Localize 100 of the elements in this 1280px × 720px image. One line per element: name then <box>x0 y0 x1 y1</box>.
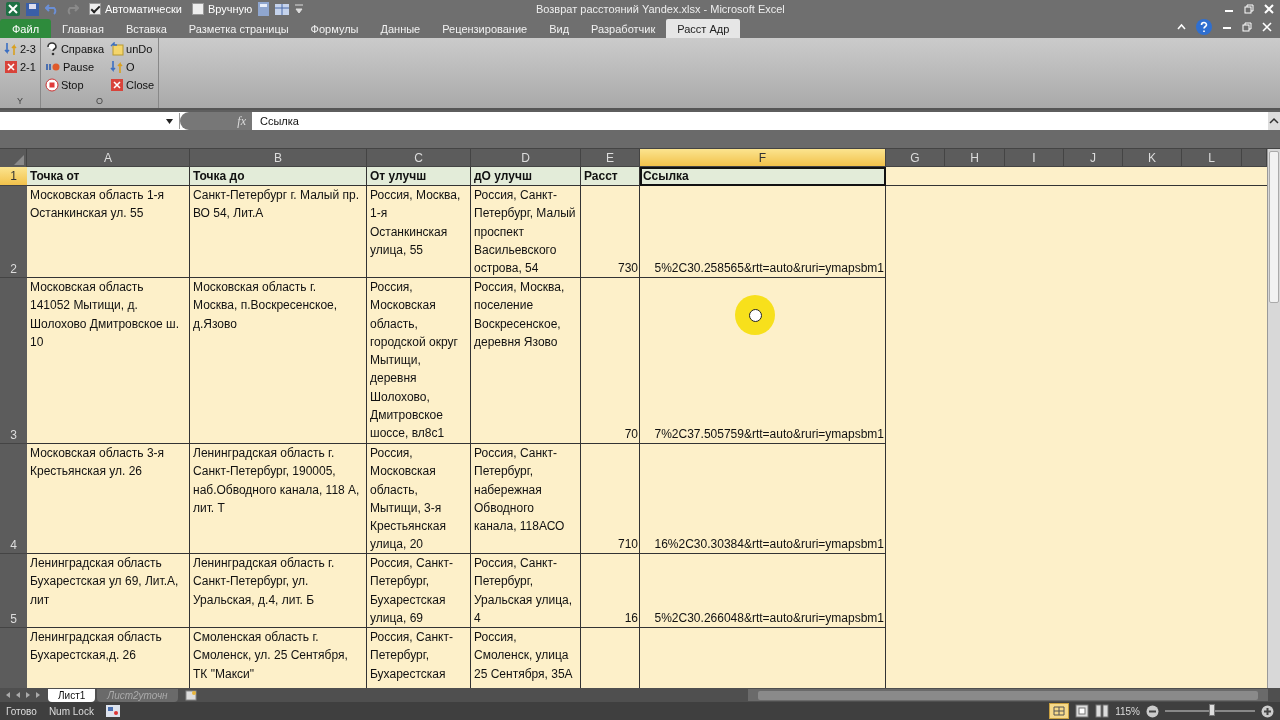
close-icon[interactable] <box>1264 4 1274 14</box>
table-cell: Точка до <box>190 167 367 186</box>
table-icon[interactable] <box>275 3 290 15</box>
window-title: Возврат расстояний Yandex.xlsx - Microsoft Excel <box>536 3 785 15</box>
column-header[interactable]: L <box>1182 149 1242 167</box>
column-header[interactable]: D <box>471 149 581 167</box>
save-icon[interactable] <box>26 2 39 16</box>
ribbon-tab[interactable]: Данные <box>369 19 432 38</box>
row-header[interactable]: 2 <box>0 186 27 278</box>
vertical-scrollbar[interactable] <box>1267 149 1280 688</box>
insert-function-button[interactable]: fx <box>180 112 252 130</box>
pause-icon <box>44 61 61 73</box>
column-header[interactable]: F <box>640 149 886 167</box>
table-cell: Россия, Санкт-Петербург, Бухарестская улица, 69 <box>367 554 471 628</box>
table-cell: Точка от <box>27 167 190 186</box>
table-cell: Ленинградская область г. Санкт-Петербург, ул. Уральская, д.4, лит. Б <box>190 554 367 628</box>
calc-mode-checkbox[interactable]: Вручную <box>191 3 253 15</box>
ribbon-button[interactable]: Pause <box>43 58 106 76</box>
table-cell: 70 <box>581 278 640 444</box>
table-cell: 5%2C30.266048&rtt=auto&ruri=ymapsbm1 <box>640 554 886 628</box>
table-cell: Россия, Москва, поселение Воскресенское, деревня Язово <box>471 278 581 444</box>
table-cell: Ленинградская область Бухарестская ул 69, Лит.А, лит <box>27 554 190 628</box>
table-cell: Россия, Санкт-Петербург, Малый проспект Васильевского острова, 54 <box>471 186 581 278</box>
table-cell: 730 <box>581 186 640 278</box>
calculator-icon[interactable] <box>258 2 270 16</box>
table-cell: дО улучш <box>471 167 581 186</box>
page-layout-icon[interactable] <box>1075 704 1090 718</box>
ribbon-tab[interactable]: Формулы <box>299 19 370 38</box>
ribbon-button[interactable]: Close <box>109 76 156 94</box>
horizontal-scrollbar[interactable] <box>748 689 1268 701</box>
scroll-up-button[interactable] <box>1268 112 1280 130</box>
formula-field[interactable]: Ссылка <box>252 115 1268 127</box>
column-header-strip <box>1242 149 1267 167</box>
help-icon[interactable] <box>1196 19 1212 35</box>
table-cell: Расст <box>581 167 640 186</box>
row-header[interactable]: 1 <box>0 167 27 186</box>
ribbon-tab[interactable]: Вид <box>538 19 581 38</box>
ribbon-tab[interactable]: Расст Адр <box>666 19 741 38</box>
table-cell: Россия, Московская область, Мытищи, 3-я Крестьянская улица, 20 <box>367 444 471 554</box>
new-sheet-icon[interactable] <box>183 689 198 701</box>
column-header[interactable]: C <box>367 149 471 167</box>
zoom-level[interactable]: 115% <box>1115 705 1140 717</box>
zoom-in-icon[interactable] <box>1261 704 1274 718</box>
status-text: Готово <box>6 705 37 717</box>
calc-mode-checkbox[interactable]: Автоматически <box>89 3 182 15</box>
ribbon-tab[interactable]: Вставка <box>114 19 178 38</box>
column-header[interactable]: K <box>1123 149 1182 167</box>
zoom-slider[interactable] <box>1208 704 1215 716</box>
column-header[interactable]: B <box>190 149 367 167</box>
ribbon-button[interactable]: O <box>109 58 156 76</box>
dropdown-icon <box>166 118 173 124</box>
close-icon <box>110 78 125 92</box>
sheet-tab[interactable]: Лист1 <box>48 688 96 702</box>
table-cell: От улучш <box>367 167 471 186</box>
customize-dropdown-icon[interactable] <box>295 4 304 14</box>
macro-record-icon[interactable] <box>105 705 120 717</box>
column-header[interactable]: J <box>1064 149 1123 167</box>
restore-icon[interactable] <box>1244 4 1254 14</box>
swap-arrows-icon <box>4 42 18 56</box>
table-cell: 710 <box>581 444 640 554</box>
table-cell: Московская область 3-я Крестьянская ул. 26 <box>27 444 190 554</box>
ribbon-button[interactable]: 2-1 <box>3 58 37 76</box>
column-header[interactable]: I <box>1005 149 1064 167</box>
table-cell: Московская область 141052 Мытищи, д. Шолохово Дмитровское ш. 10 <box>27 278 190 444</box>
table-cell: Московская область г. Москва, п.Воскресенское, д.Язово <box>190 278 367 444</box>
table-cell: Московская область 1-я Останкинская ул. 55 <box>27 186 190 278</box>
table-cell: Санкт-Петербург г. Малый пр. ВО 54, Лит.А <box>190 186 367 278</box>
row-header[interactable]: 4 <box>0 444 27 554</box>
table-cell: Россия, Москва, 1-я Останкинская улица, 55 <box>367 186 471 278</box>
row-header[interactable]: 5 <box>0 554 27 628</box>
close-icon[interactable] <box>1262 22 1272 32</box>
ribbon-button[interactable]: Stop <box>43 76 106 94</box>
excel-logo-icon[interactable] <box>6 2 20 16</box>
column-header[interactable]: A <box>27 149 190 167</box>
table-cell: Россия, Московская область, городской округ Мытищи, деревня Шолохово, Дмитровское шоссе, вл8с1 <box>367 278 471 444</box>
file-tab[interactable]: Файл <box>0 19 52 38</box>
table-cell: Ленинградская область г. Санкт-Петербург, 190005, наб.Обводного канала, 118 А, лит. Т <box>190 444 367 554</box>
collapse-ribbon-icon[interactable] <box>1177 23 1186 31</box>
table-cell: Россия, Санкт-Петербург, набережная Обводного канала, 118АСО <box>471 444 581 554</box>
scroll-up-icon <box>1269 116 1279 126</box>
restore-icon[interactable] <box>1242 22 1252 32</box>
zoom-out-icon[interactable] <box>1146 704 1159 718</box>
column-header[interactable]: E <box>581 149 640 167</box>
ribbon-button[interactable]: unDo <box>109 40 156 58</box>
ribbon-button[interactable]: Справка <box>43 40 106 58</box>
column-header[interactable]: H <box>945 149 1005 167</box>
help-icon <box>44 42 59 56</box>
stop-icon <box>44 78 59 92</box>
ribbon-tab[interactable]: Разработчик <box>580 19 667 38</box>
table-cell: 16%2C30.30384&rtt=auto&ruri=ymapsbm1 <box>640 444 886 554</box>
ribbon-tab[interactable]: Рецензирование <box>431 19 539 38</box>
ribbon-button[interactable]: 2-3 <box>3 40 37 58</box>
ribbon-tab[interactable]: Разметка страницы <box>177 19 300 38</box>
group-label: O <box>95 96 105 108</box>
column-header[interactable]: G <box>886 149 945 167</box>
page-break-icon[interactable] <box>1095 704 1110 718</box>
ribbon-tab[interactable]: Главная <box>51 19 115 38</box>
row-header[interactable]: 3 <box>0 278 27 444</box>
normal-view-icon[interactable] <box>1049 703 1070 719</box>
group-label: Y <box>15 96 24 108</box>
